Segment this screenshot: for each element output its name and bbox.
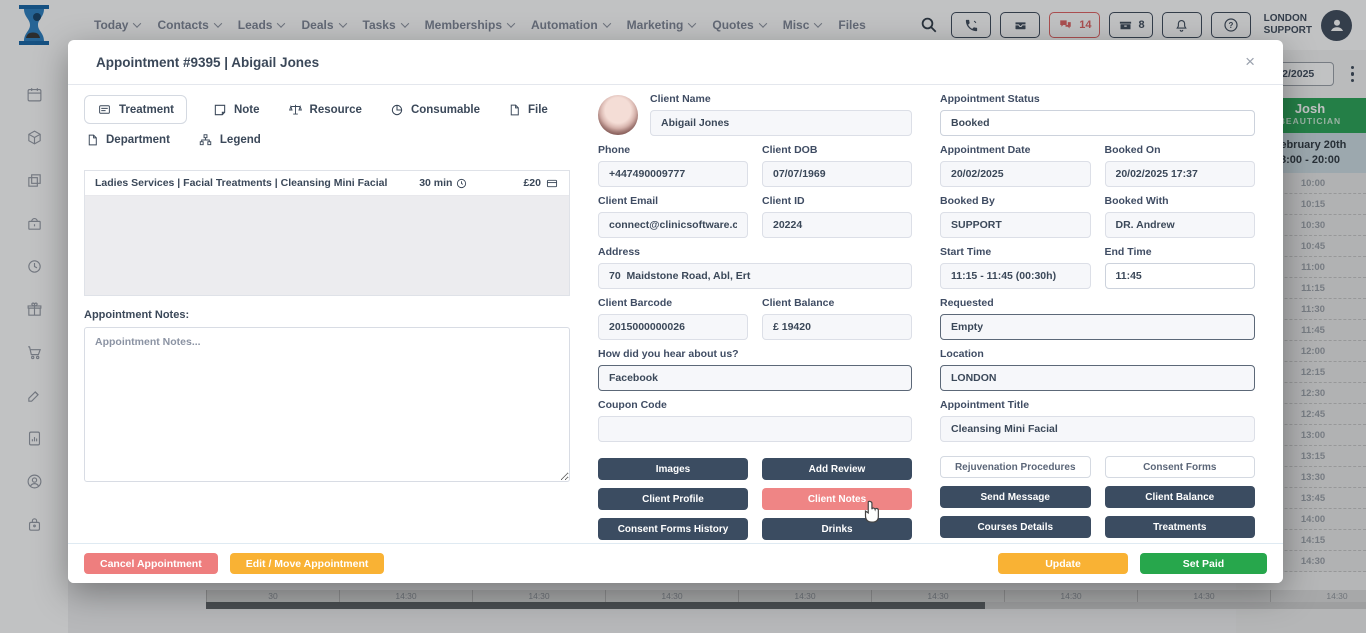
location-label: Location [940, 348, 1255, 360]
org-chart-icon [198, 133, 213, 147]
client-name-label: Client Name [650, 93, 912, 105]
send-message-button[interactable]: Send Message [940, 486, 1091, 508]
clock-icon [456, 178, 467, 189]
drinks-button[interactable]: Drinks [762, 518, 912, 540]
coupon-code-label: Coupon Code [598, 399, 912, 411]
consent-forms-button[interactable]: Consent Forms [1105, 456, 1256, 478]
client-barcode-label: Client Barcode [598, 297, 748, 309]
booked-by-field[interactable] [940, 212, 1091, 238]
courses-details-button[interactable]: Courses Details [940, 516, 1091, 538]
coupon-code-field[interactable] [598, 416, 912, 442]
client-email-label: Client Email [598, 195, 748, 207]
address-label: Address [598, 246, 912, 258]
address-field[interactable] [598, 263, 912, 289]
treatment-icon [97, 103, 112, 116]
appointment-title-label: Appointment Title [940, 399, 1255, 411]
consent-forms-history-button[interactable]: Consent Forms History [598, 518, 748, 540]
client-id-field[interactable] [762, 212, 912, 238]
treatment-price: £20 [523, 177, 541, 189]
booked-with-field[interactable] [1105, 212, 1256, 238]
scale-icon [288, 103, 303, 117]
treatment-row[interactable]: Ladies Services | Facial Treatments | Cl… [85, 171, 569, 196]
client-balance-button[interactable]: Client Balance [1105, 486, 1256, 508]
client-email-field[interactable] [598, 212, 748, 238]
booked-with-label: Booked With [1105, 195, 1256, 207]
treatment-duration: 30 min [419, 177, 452, 189]
appointment-modal: Appointment #9395 | Abigail Jones × Trea… [68, 40, 1283, 583]
edit-move-appointment-button[interactable]: Edit / Move Appointment [230, 553, 385, 574]
start-time-label: Start Time [940, 246, 1091, 258]
appointment-status-field[interactable] [940, 110, 1255, 136]
end-time-label: End Time [1105, 246, 1256, 258]
note-icon [213, 103, 227, 117]
tab-legend[interactable]: Legend [196, 126, 263, 154]
appointment-notes-textarea[interactable] [84, 327, 570, 482]
client-photo-avatar[interactable] [598, 95, 638, 135]
set-paid-button[interactable]: Set Paid [1140, 553, 1267, 574]
booked-by-label: Booked By [940, 195, 1091, 207]
start-time-field[interactable] [940, 263, 1091, 289]
client-id-label: Client ID [762, 195, 912, 207]
client-balance-field[interactable] [762, 314, 912, 340]
tab-treatment[interactable]: Treatment [84, 95, 187, 124]
tab-resource[interactable]: Resource [286, 96, 364, 124]
hear-about-select[interactable] [598, 365, 912, 391]
client-profile-button[interactable]: Client Profile [598, 488, 748, 510]
modal-tabs: Treatment Note Resource Consumable File [84, 95, 570, 154]
phone-field[interactable] [598, 161, 748, 187]
add-review-button[interactable]: Add Review [762, 458, 912, 480]
appointment-date-label: Appointment Date [940, 144, 1091, 156]
file-icon [508, 103, 521, 117]
treatments-button[interactable]: Treatments [1105, 516, 1256, 538]
update-button[interactable]: Update [998, 553, 1128, 574]
requested-label: Requested [940, 297, 1255, 309]
tab-file[interactable]: File [506, 96, 550, 124]
pie-clock-icon [390, 103, 404, 117]
appointment-title-field[interactable] [940, 416, 1255, 442]
rejuvenation-procedures-button[interactable]: Rejuvenation Procedures [940, 456, 1091, 478]
tab-note[interactable]: Note [211, 96, 262, 124]
modal-title: Appointment #9395 | Abigail Jones [96, 55, 319, 70]
client-notes-button[interactable]: Client Notes [762, 488, 912, 510]
treatment-list: Ladies Services | Facial Treatments | Cl… [84, 170, 570, 296]
appointment-status-label: Appointment Status [940, 93, 1255, 105]
close-icon[interactable]: × [1245, 52, 1255, 72]
treatment-list-empty-area[interactable] [85, 196, 569, 295]
department-icon [86, 133, 99, 147]
requested-select[interactable] [940, 314, 1255, 340]
end-time-field[interactable] [1105, 263, 1256, 289]
tab-department[interactable]: Department [84, 126, 172, 154]
booked-on-field[interactable] [1105, 161, 1256, 187]
treatment-name: Ladies Services | Facial Treatments | Cl… [95, 177, 411, 189]
cancel-appointment-button[interactable]: Cancel Appointment [84, 553, 218, 574]
appointment-notes-label: Appointment Notes: [84, 309, 570, 321]
client-dob-field[interactable] [762, 161, 912, 187]
tab-consumable[interactable]: Consumable [388, 96, 482, 124]
card-icon [545, 178, 559, 189]
images-button[interactable]: Images [598, 458, 748, 480]
client-balance-label: Client Balance [762, 297, 912, 309]
phone-label: Phone [598, 144, 748, 156]
client-dob-label: Client DOB [762, 144, 912, 156]
location-select[interactable] [940, 365, 1255, 391]
client-name-field[interactable] [650, 110, 912, 136]
booked-on-label: Booked On [1105, 144, 1256, 156]
appointment-date-field[interactable] [940, 161, 1091, 187]
client-barcode-field[interactable] [598, 314, 748, 340]
hear-about-label: How did you hear about us? [598, 348, 912, 360]
